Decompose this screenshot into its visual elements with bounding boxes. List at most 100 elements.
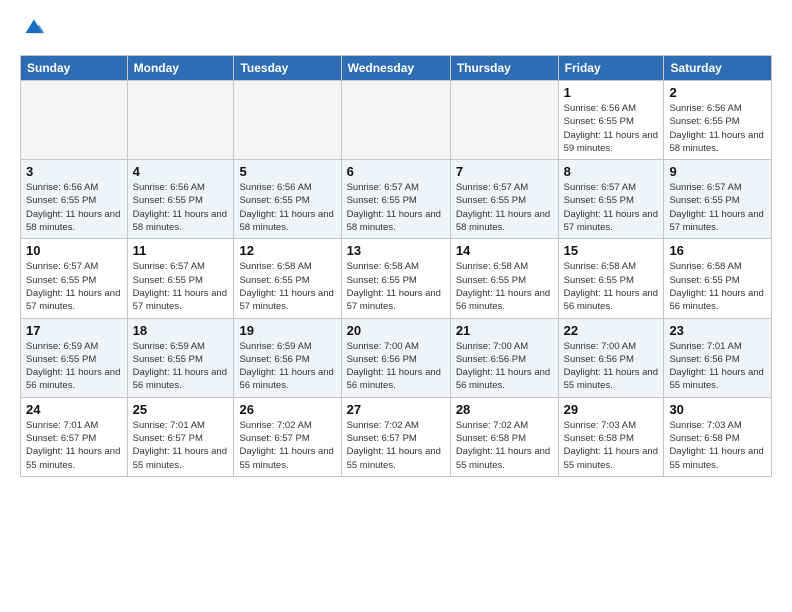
day-info: Sunrise: 6:56 AM Sunset: 6:55 PM Dayligh… — [133, 181, 229, 234]
day-info: Sunrise: 6:56 AM Sunset: 6:55 PM Dayligh… — [239, 181, 335, 234]
header — [20, 16, 772, 45]
calendar-cell: 27Sunrise: 7:02 AM Sunset: 6:57 PM Dayli… — [341, 397, 450, 476]
day-info: Sunrise: 7:02 AM Sunset: 6:58 PM Dayligh… — [456, 419, 553, 472]
day-info: Sunrise: 7:02 AM Sunset: 6:57 PM Dayligh… — [239, 419, 335, 472]
day-number: 28 — [456, 402, 553, 417]
calendar-cell: 22 Sunrise: 7:00 AM Sunset: 6:56 PM Dayli… — [558, 318, 664, 397]
day-number: 3 — [26, 164, 122, 179]
logo-icon — [22, 16, 46, 40]
day-number: 15 — [564, 243, 659, 258]
calendar-cell: 13 Sunrise: 6:58 AM Sunset: 6:55 PM Dayli… — [341, 239, 450, 318]
calendar-cell: 18Sunrise: 6:59 AM Sunset: 6:55 PM Dayli… — [127, 318, 234, 397]
day-info: Sunrise: 7:01 AM Sunset: 6:56 PM Dayligh… — [669, 340, 766, 393]
day-number: 14 — [456, 243, 553, 258]
calendar-table: SundayMondayTuesdayWednesdayThursdayFrid… — [20, 55, 772, 477]
weekday-header-friday: Friday — [558, 56, 664, 81]
day-number: 4 — [133, 164, 229, 179]
calendar-cell: 16 Sunrise: 6:58 AM Sunset: 6:55 PM Dayli… — [664, 239, 772, 318]
day-info: Sunrise: 6:57 AM Sunset: 6:55 PM Dayligh… — [347, 181, 445, 234]
calendar-cell: 21Sunrise: 7:00 AM Sunset: 6:56 PM Dayli… — [450, 318, 558, 397]
day-number: 26 — [239, 402, 335, 417]
day-number: 23 — [669, 323, 766, 338]
calendar-cell: 8 Sunrise: 6:57 AM Sunset: 6:55 PM Daylig… — [558, 160, 664, 239]
day-info: Sunrise: 7:01 AM Sunset: 6:57 PM Dayligh… — [133, 419, 229, 472]
day-number: 24 — [26, 402, 122, 417]
calendar-cell: 19 Sunrise: 6:59 AM Sunset: 6:56 PM Dayli… — [234, 318, 341, 397]
day-info: Sunrise: 6:58 AM Sunset: 6:55 PM Dayligh… — [456, 260, 553, 313]
calendar-cell: 15 Sunrise: 6:58 AM Sunset: 6:55 PM Dayli… — [558, 239, 664, 318]
calendar-cell: 5 Sunrise: 6:56 AM Sunset: 6:55 PM Daylig… — [234, 160, 341, 239]
day-number: 16 — [669, 243, 766, 258]
weekday-header-tuesday: Tuesday — [234, 56, 341, 81]
day-info: Sunrise: 6:59 AM Sunset: 6:56 PM Dayligh… — [239, 340, 335, 393]
day-info: Sunrise: 6:59 AM Sunset: 6:55 PM Dayligh… — [133, 340, 229, 393]
day-number: 25 — [133, 402, 229, 417]
day-number: 30 — [669, 402, 766, 417]
day-number: 11 — [133, 243, 229, 258]
weekday-header-thursday: Thursday — [450, 56, 558, 81]
day-number: 20 — [347, 323, 445, 338]
day-number: 7 — [456, 164, 553, 179]
calendar-cell: 28 Sunrise: 7:02 AM Sunset: 6:58 PM Dayli… — [450, 397, 558, 476]
calendar-week-row: 1 Sunrise: 6:56 AM Sunset: 6:55 PM Daylig… — [21, 81, 772, 160]
calendar-cell: 9Sunrise: 6:57 AM Sunset: 6:55 PM Daylig… — [664, 160, 772, 239]
calendar-cell: 30 Sunrise: 7:03 AM Sunset: 6:58 PM Dayli… — [664, 397, 772, 476]
day-info: Sunrise: 6:58 AM Sunset: 6:55 PM Dayligh… — [564, 260, 659, 313]
calendar-cell: 23 Sunrise: 7:01 AM Sunset: 6:56 PM Dayli… — [664, 318, 772, 397]
day-number: 17 — [26, 323, 122, 338]
day-info: Sunrise: 6:56 AM Sunset: 6:55 PM Dayligh… — [669, 102, 766, 155]
calendar-cell: 6 Sunrise: 6:57 AM Sunset: 6:55 PM Daylig… — [341, 160, 450, 239]
day-info: Sunrise: 7:03 AM Sunset: 6:58 PM Dayligh… — [564, 419, 659, 472]
calendar-week-row: 3 Sunrise: 6:56 AM Sunset: 6:55 PM Daylig… — [21, 160, 772, 239]
day-info: Sunrise: 6:58 AM Sunset: 6:55 PM Dayligh… — [347, 260, 445, 313]
calendar-cell — [127, 81, 234, 160]
day-number: 12 — [239, 243, 335, 258]
calendar-cell: 11 Sunrise: 6:57 AM Sunset: 6:55 PM Dayli… — [127, 239, 234, 318]
calendar-week-row: 17 Sunrise: 6:59 AM Sunset: 6:55 PM Dayli… — [21, 318, 772, 397]
calendar-cell: 29 Sunrise: 7:03 AM Sunset: 6:58 PM Dayli… — [558, 397, 664, 476]
calendar-cell: 14 Sunrise: 6:58 AM Sunset: 6:55 PM Dayli… — [450, 239, 558, 318]
calendar-week-row: 24 Sunrise: 7:01 AM Sunset: 6:57 PM Dayli… — [21, 397, 772, 476]
day-number: 13 — [347, 243, 445, 258]
calendar-cell: 20 Sunrise: 7:00 AM Sunset: 6:56 PM Dayli… — [341, 318, 450, 397]
day-number: 27 — [347, 402, 445, 417]
day-info: Sunrise: 6:57 AM Sunset: 6:55 PM Dayligh… — [133, 260, 229, 313]
day-number: 22 — [564, 323, 659, 338]
calendar-cell: 12 Sunrise: 6:58 AM Sunset: 6:55 PM Dayli… — [234, 239, 341, 318]
calendar-cell — [450, 81, 558, 160]
day-info: Sunrise: 7:00 AM Sunset: 6:56 PM Dayligh… — [564, 340, 659, 393]
day-number: 21 — [456, 323, 553, 338]
day-info: Sunrise: 6:58 AM Sunset: 6:55 PM Dayligh… — [669, 260, 766, 313]
day-number: 8 — [564, 164, 659, 179]
day-number: 2 — [669, 85, 766, 100]
calendar-cell: 25 Sunrise: 7:01 AM Sunset: 6:57 PM Dayli… — [127, 397, 234, 476]
weekday-header-sunday: Sunday — [21, 56, 128, 81]
calendar-header-row: SundayMondayTuesdayWednesdayThursdayFrid… — [21, 56, 772, 81]
day-info: Sunrise: 7:00 AM Sunset: 6:56 PM Dayligh… — [347, 340, 445, 393]
weekday-header-saturday: Saturday — [664, 56, 772, 81]
day-info: Sunrise: 6:57 AM Sunset: 6:55 PM Dayligh… — [564, 181, 659, 234]
day-number: 10 — [26, 243, 122, 258]
weekday-header-wednesday: Wednesday — [341, 56, 450, 81]
day-number: 19 — [239, 323, 335, 338]
day-info: Sunrise: 6:59 AM Sunset: 6:55 PM Dayligh… — [26, 340, 122, 393]
calendar-week-row: 10 Sunrise: 6:57 AM Sunset: 6:55 PM Dayli… — [21, 239, 772, 318]
calendar-page: SundayMondayTuesdayWednesdayThursdayFrid… — [0, 0, 792, 493]
day-number: 6 — [347, 164, 445, 179]
day-number: 5 — [239, 164, 335, 179]
calendar-cell: 2 Sunrise: 6:56 AM Sunset: 6:55 PM Daylig… — [664, 81, 772, 160]
day-info: Sunrise: 6:57 AM Sunset: 6:55 PM Dayligh… — [456, 181, 553, 234]
day-info: Sunrise: 6:57 AM Sunset: 6:55 PM Dayligh… — [669, 181, 766, 234]
calendar-cell: 26 Sunrise: 7:02 AM Sunset: 6:57 PM Dayli… — [234, 397, 341, 476]
day-number: 29 — [564, 402, 659, 417]
calendar-cell: 7 Sunrise: 6:57 AM Sunset: 6:55 PM Daylig… — [450, 160, 558, 239]
day-info: Sunrise: 6:56 AM Sunset: 6:55 PM Dayligh… — [26, 181, 122, 234]
logo — [20, 16, 46, 45]
calendar-cell — [21, 81, 128, 160]
day-number: 1 — [564, 85, 659, 100]
day-info: Sunrise: 6:56 AM Sunset: 6:55 PM Dayligh… — [564, 102, 659, 155]
day-info: Sunrise: 6:58 AM Sunset: 6:55 PM Dayligh… — [239, 260, 335, 313]
weekday-header-monday: Monday — [127, 56, 234, 81]
day-info: Sunrise: 7:03 AM Sunset: 6:58 PM Dayligh… — [669, 419, 766, 472]
calendar-cell: 24Sunrise: 7:01 AM Sunset: 6:57 PM Dayli… — [21, 397, 128, 476]
